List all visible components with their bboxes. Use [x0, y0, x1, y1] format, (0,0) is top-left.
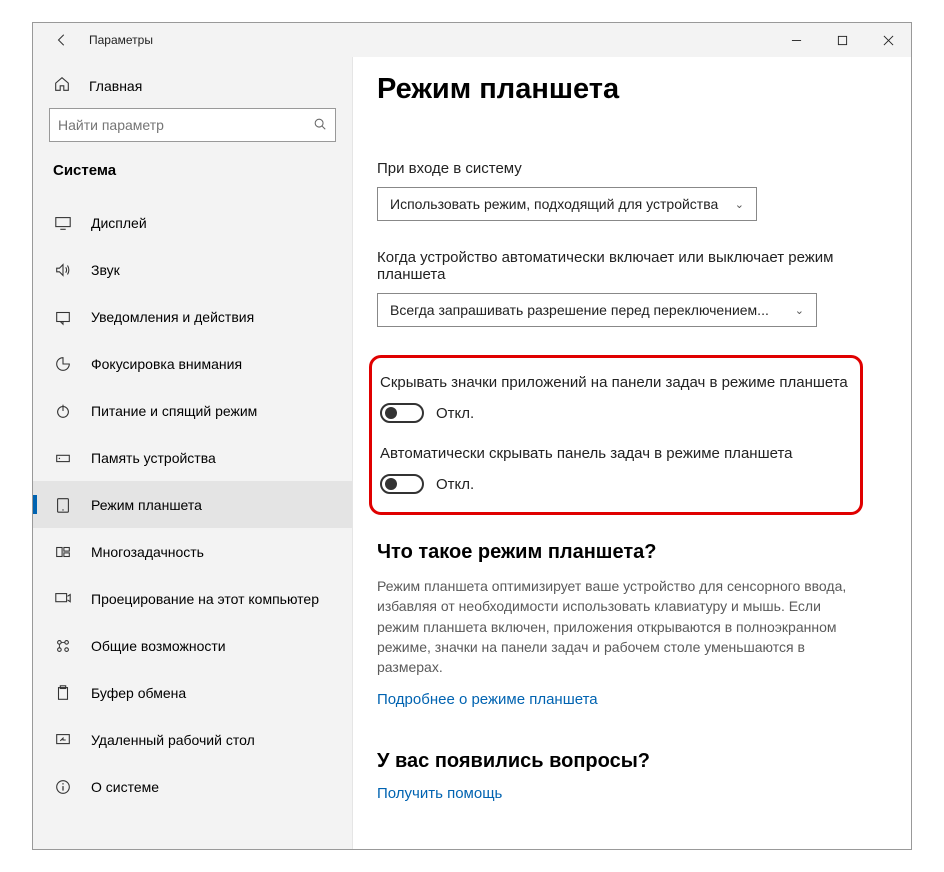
toggle-hide-icons: Скрывать значки приложений на панели зад… [380, 374, 848, 423]
tablet-icon [53, 495, 73, 515]
page-title: Режим планшета [355, 73, 881, 106]
about-link[interactable]: Подробнее о режиме планшета [355, 691, 881, 708]
sidebar-item-multitask[interactable]: Многозадачность [33, 528, 352, 575]
setting-autoswitch: Когда устройство автоматически включает … [355, 249, 881, 327]
toggle-hide-taskbar: Автоматически скрывать панель задач в ре… [380, 445, 848, 494]
dropdown-signin[interactable]: Использовать режим, подходящий для устро… [377, 187, 757, 221]
clipboard-icon [53, 683, 73, 703]
minimize-button[interactable] [773, 23, 819, 57]
storage-icon [53, 448, 73, 468]
sidebar: Главная Система Дисплей Звук [33, 57, 353, 849]
toggle-hide-icons-state: Откл. [436, 405, 474, 422]
projecting-icon [53, 589, 73, 609]
sidebar-item-about[interactable]: О системе [33, 763, 352, 810]
toggle-hide-icons-switch[interactable] [380, 403, 424, 423]
shared-icon [53, 636, 73, 656]
sidebar-item-label: Память устройства [91, 450, 216, 466]
sidebar-item-power[interactable]: Питание и спящий режим [33, 387, 352, 434]
sidebar-item-notifications[interactable]: Уведомления и действия [33, 293, 352, 340]
sidebar-item-projecting[interactable]: Проецирование на этот компьютер [33, 575, 352, 622]
toggle-hide-taskbar-label: Автоматически скрывать панель задач в ре… [380, 445, 848, 462]
sidebar-item-label: Проецирование на этот компьютер [91, 591, 319, 607]
sidebar-item-label: Уведомления и действия [91, 309, 254, 325]
notifications-icon [53, 307, 73, 327]
highlight-box: Скрывать значки приложений на панели зад… [369, 355, 863, 515]
sidebar-item-tablet[interactable]: Режим планшета [33, 481, 352, 528]
sidebar-item-label: Дисплей [91, 215, 147, 231]
sidebar-item-storage[interactable]: Память устройства [33, 434, 352, 481]
setting-signin: При входе в систему Использовать режим, … [355, 160, 881, 221]
sidebar-item-label: Общие возможности [91, 638, 226, 654]
toggle-hide-taskbar-state: Откл. [436, 476, 474, 493]
help-heading: У вас появились вопросы? [355, 750, 881, 773]
power-icon [53, 401, 73, 421]
dropdown-signin-value: Использовать режим, подходящий для устро… [390, 196, 727, 212]
setting-signin-label: При входе в систему [377, 160, 881, 177]
chevron-down-icon: ⌄ [795, 304, 804, 317]
sidebar-nav: Дисплей Звук Уведомления и действия Фоку… [33, 199, 352, 810]
sidebar-item-shared[interactable]: Общие возможности [33, 622, 352, 669]
sidebar-item-remote[interactable]: Удаленный рабочий стол [33, 716, 352, 763]
sidebar-item-label: О системе [91, 779, 159, 795]
sidebar-item-label: Звук [91, 262, 120, 278]
focus-icon [53, 354, 73, 374]
back-button[interactable] [47, 23, 77, 57]
maximize-button[interactable] [819, 23, 865, 57]
about-heading: Что такое режим планшета? [355, 541, 881, 564]
about-description: Режим планшета оптимизирует ваше устройс… [355, 576, 881, 677]
display-icon [53, 213, 73, 233]
settings-window: Параметры Главная [32, 22, 912, 850]
dropdown-autoswitch-value: Всегда запрашивать разрешение перед пере… [390, 302, 787, 318]
sidebar-item-label: Удаленный рабочий стол [91, 732, 255, 748]
window-controls [773, 23, 911, 57]
sidebar-item-focus[interactable]: Фокусировка внимания [33, 340, 352, 387]
search-icon [313, 117, 327, 134]
sidebar-home[interactable]: Главная [33, 67, 352, 108]
sidebar-item-label: Питание и спящий режим [91, 403, 257, 419]
dropdown-autoswitch[interactable]: Всегда запрашивать разрешение перед пере… [377, 293, 817, 327]
window-title: Параметры [89, 33, 153, 47]
multitask-icon [53, 542, 73, 562]
sidebar-item-label: Многозадачность [91, 544, 204, 560]
search-box[interactable] [49, 108, 336, 142]
sidebar-item-label: Фокусировка внимания [91, 356, 242, 372]
sidebar-item-label: Режим планшета [91, 497, 202, 513]
sidebar-category: Система [33, 156, 352, 199]
search-input[interactable] [58, 117, 313, 133]
sidebar-home-label: Главная [89, 78, 142, 94]
window-body: Главная Система Дисплей Звук [33, 57, 911, 849]
titlebar: Параметры [33, 23, 911, 57]
home-icon [53, 75, 75, 96]
about-icon [53, 777, 73, 797]
remote-icon [53, 730, 73, 750]
toggle-hide-taskbar-switch[interactable] [380, 474, 424, 494]
sidebar-item-sound[interactable]: Звук [33, 246, 352, 293]
close-button[interactable] [865, 23, 911, 57]
sound-icon [53, 260, 73, 280]
sidebar-item-display[interactable]: Дисплей [33, 199, 352, 246]
sidebar-item-clipboard[interactable]: Буфер обмена [33, 669, 352, 716]
chevron-down-icon: ⌄ [735, 198, 744, 211]
search-row [33, 108, 352, 156]
setting-autoswitch-label: Когда устройство автоматически включает … [377, 249, 881, 283]
help-link[interactable]: Получить помощь [355, 785, 881, 802]
main-panel: Режим планшета При входе в систему Испол… [353, 57, 911, 849]
sidebar-item-label: Буфер обмена [91, 685, 186, 701]
toggle-hide-icons-label: Скрывать значки приложений на панели зад… [380, 374, 848, 391]
